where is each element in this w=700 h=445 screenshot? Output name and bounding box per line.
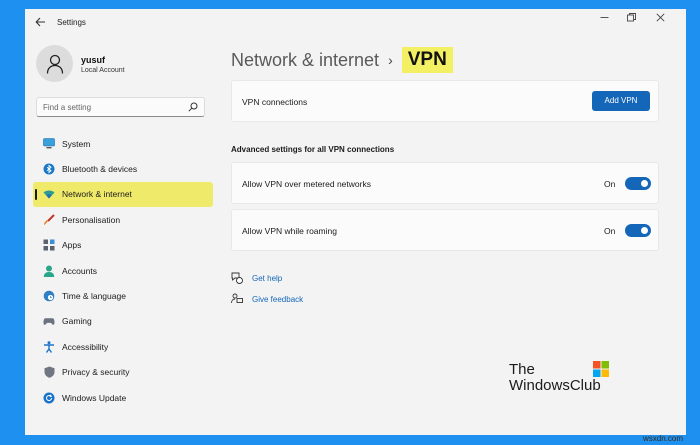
metered-networks-label: Allow VPN over metered networks [242, 179, 371, 189]
toggle-state-label: On [604, 179, 616, 189]
sidebar-item-label: Accessibility [62, 341, 109, 352]
restore-icon [626, 13, 636, 22]
bluetooth-icon [43, 163, 55, 175]
gamepad-icon [43, 315, 55, 327]
get-help-label: Get help [252, 273, 283, 283]
wifi-icon [43, 188, 55, 200]
add-vpn-button[interactable]: Add VPN [592, 91, 650, 111]
logo-text-line2: WindowsClub [509, 377, 601, 394]
metered-networks-setting: Allow VPN over metered networks On [231, 162, 659, 204]
give-feedback-link[interactable]: Give feedback [231, 293, 303, 305]
sidebar-item-time-language[interactable]: Time & language [33, 283, 213, 308]
feedback-icon [231, 293, 243, 305]
sidebar-item-system[interactable]: System [33, 131, 213, 156]
sidebar-item-apps[interactable]: Apps [33, 233, 213, 258]
sidebar-item-privacy[interactable]: Privacy & security [33, 360, 213, 385]
sidebar-item-personalisation[interactable]: Personalisation [33, 207, 213, 232]
sidebar-nav: System Bluetooth & devices Network & int… [33, 131, 213, 410]
roaming-setting: Allow VPN while roaming On [231, 209, 659, 251]
toggle-knob [641, 227, 648, 234]
sidebar-item-label: Time & language [62, 291, 126, 302]
toggle-knob [641, 180, 648, 187]
avatar[interactable] [36, 45, 73, 82]
sidebar-item-label: Network & internet [62, 189, 132, 200]
minimize-icon [600, 17, 608, 18]
breadcrumb-parent[interactable]: Network & internet [231, 50, 379, 71]
roaming-toggle[interactable] [625, 224, 651, 237]
vpn-connections-card: VPN connections Add VPN [231, 80, 659, 122]
account-type: Local Account [81, 67, 125, 74]
chevron-right-icon: › [388, 52, 393, 68]
sidebar-item-accessibility[interactable]: Accessibility [33, 334, 213, 359]
back-button[interactable] [31, 15, 49, 31]
close-button[interactable] [646, 11, 674, 29]
thewindowsclub-logo: The WindowsClub [509, 361, 619, 397]
advanced-settings-heading: Advanced settings for all VPN connection… [231, 145, 395, 154]
windows-logo-icon [593, 361, 609, 377]
update-icon [43, 392, 55, 404]
user-icon [46, 54, 63, 74]
person-icon [43, 265, 55, 277]
sidebar-item-network[interactable]: Network & internet [33, 181, 213, 208]
apps-icon [43, 239, 55, 251]
search-icon [188, 102, 198, 114]
sidebar-item-windows-update[interactable]: Windows Update [33, 385, 213, 410]
sidebar-item-bluetooth[interactable]: Bluetooth & devices [33, 156, 213, 181]
maximize-button[interactable] [617, 11, 645, 29]
page-title: VPN [401, 47, 453, 73]
minimize-button[interactable] [590, 11, 618, 29]
metered-networks-toggle[interactable] [625, 177, 651, 190]
breadcrumb: Network & internet › VPN [231, 47, 453, 73]
sidebar-item-label: Windows Update [62, 392, 127, 403]
sidebar-item-label: System [62, 138, 91, 149]
roaming-label: Allow VPN while roaming [242, 226, 337, 236]
back-arrow-icon [34, 17, 45, 27]
sidebar-item-label: Bluetooth & devices [62, 164, 138, 175]
active-indicator [35, 188, 37, 200]
help-icon [231, 272, 243, 284]
settings-window: Settings yusuf Local Account Find a sett… [25, 9, 686, 435]
sidebar-item-label: Gaming [62, 316, 92, 327]
close-icon [655, 13, 665, 22]
toggle-state-label: On [604, 226, 616, 236]
sidebar-item-label: Privacy & security [62, 367, 130, 378]
title-bar: Settings [25, 9, 686, 37]
user-name: yusuf [81, 55, 106, 65]
sidebar-item-label: Personalisation [62, 214, 121, 225]
brush-icon [43, 214, 55, 226]
search-input[interactable]: Find a setting [36, 97, 205, 117]
give-feedback-label: Give feedback [252, 294, 304, 304]
sidebar-item-gaming[interactable]: Gaming [33, 309, 213, 334]
vpn-connections-label: VPN connections [242, 97, 308, 107]
sidebar-item-label: Apps [62, 240, 82, 251]
logo-text-line1: The [509, 361, 535, 378]
get-help-link[interactable]: Get help [231, 272, 282, 284]
accessibility-icon [43, 341, 55, 353]
monitor-icon [43, 138, 55, 150]
watermark: wsxdn.com [643, 434, 684, 443]
sidebar-item-label: Accounts [62, 265, 97, 276]
app-title: Settings [57, 18, 86, 27]
shield-icon [43, 366, 55, 379]
search-placeholder: Find a setting [43, 103, 92, 112]
globe-clock-icon [43, 290, 55, 302]
sidebar-item-accounts[interactable]: Accounts [33, 258, 213, 283]
